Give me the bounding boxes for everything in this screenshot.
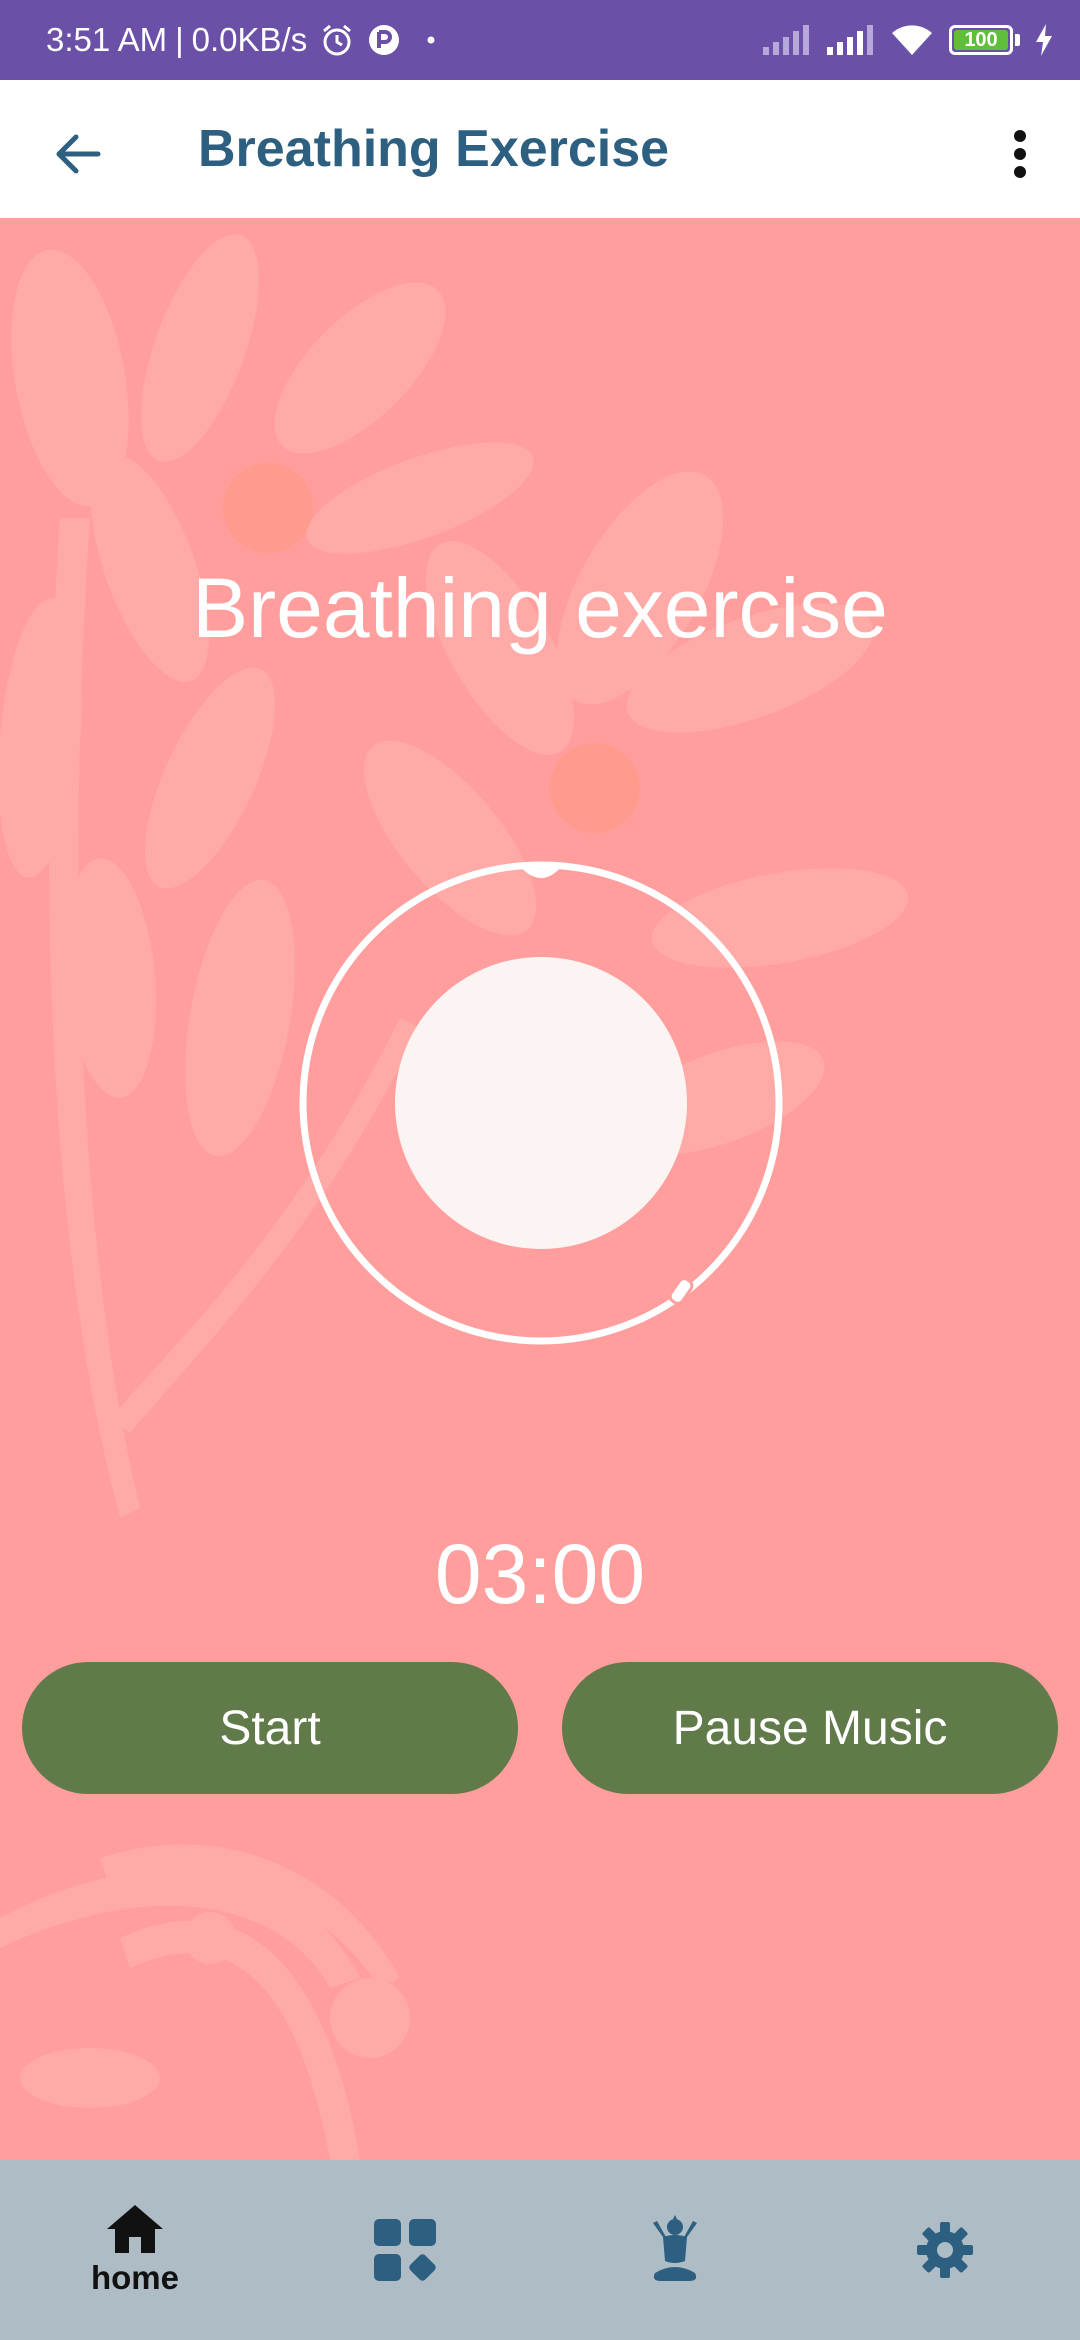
app-notification-icon: [367, 23, 401, 57]
battery-level: 100: [964, 28, 998, 51]
status-right: 100: [761, 0, 1054, 80]
back-button[interactable]: [38, 114, 118, 194]
dot-icon: [427, 36, 435, 44]
nav-label-home: home: [90, 2259, 179, 2296]
app-bar: Breathing Exercise: [0, 80, 1080, 218]
status-bar: 3:51 AM | 0.0KB/s 100: [0, 0, 1080, 80]
more-options-button[interactable]: [980, 114, 1060, 194]
battery-icon: 100: [949, 25, 1020, 55]
meditation-icon: [653, 2215, 697, 2281]
charging-icon: [1034, 24, 1054, 56]
signal-icon: [761, 25, 811, 55]
dashboard-icon: [374, 2219, 436, 2281]
exercise-heading: Breathing exercise: [192, 561, 888, 655]
exercise-content: Breathing exercise 03:00 Start Pause Mus…: [0, 218, 1080, 2160]
breathing-circle: [395, 957, 687, 1249]
status-separator: |: [175, 21, 184, 58]
ring-start-marker: [518, 864, 564, 878]
nav-item-home[interactable]: home: [0, 2160, 270, 2340]
bottom-navigation: home: [0, 2160, 1080, 2340]
nav-item-dashboard[interactable]: [270, 2160, 540, 2340]
nav-item-meditation[interactable]: [540, 2160, 810, 2340]
nav-item-settings[interactable]: [810, 2160, 1080, 2340]
signal-icon: [825, 25, 875, 55]
wifi-icon: [889, 23, 935, 57]
ring-progress-handle: [668, 1277, 694, 1305]
countdown-timer: 03:00: [434, 1527, 646, 1621]
status-time: 3:51 AM: [46, 21, 168, 58]
breathing-animation: [299, 861, 783, 1345]
more-vert-icon: [1014, 130, 1026, 178]
pause-music-button[interactable]: Pause Music: [562, 1662, 1058, 1794]
network-speed: 0.0KB/s: [191, 21, 308, 58]
page-title: Breathing Exercise: [198, 120, 670, 178]
status-left: 3:51 AM | 0.0KB/s: [46, 0, 435, 80]
home-icon: [107, 2205, 163, 2253]
arrow-left-icon: [56, 134, 101, 174]
settings-icon: [917, 2222, 973, 2278]
start-button[interactable]: Start: [22, 1662, 518, 1794]
alarm-icon: [319, 22, 355, 58]
